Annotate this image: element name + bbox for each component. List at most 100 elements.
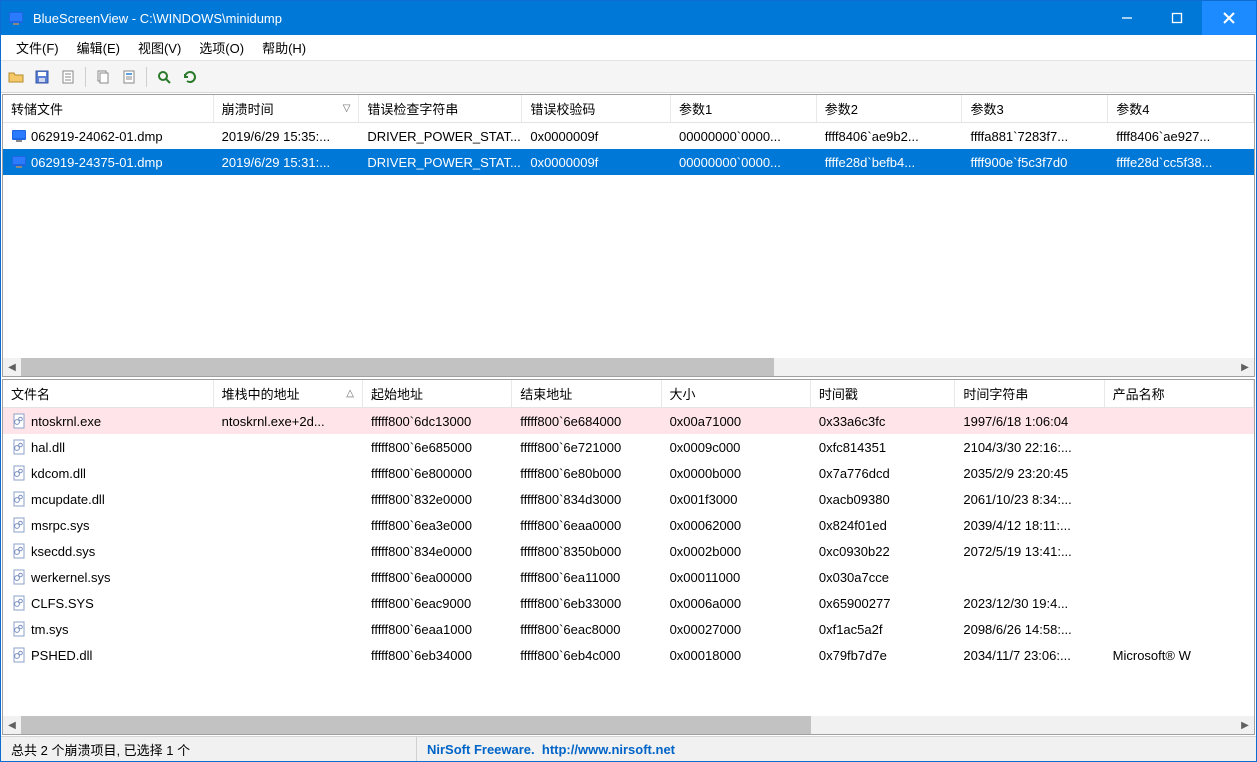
maximize-button[interactable] [1152, 1, 1202, 35]
cell-to-addr: fffff800`834d3000 [512, 492, 661, 507]
module-list-body[interactable]: ntoskrnl.exentoskrnl.exe+2d...fffff800`6… [3, 408, 1254, 716]
cell-dump-file: 062919-24375-01.dmp [3, 154, 214, 170]
dll-icon [11, 517, 27, 533]
module-row[interactable]: CLFS.SYSfffff800`6eac9000fffff800`6eb330… [3, 590, 1254, 616]
dump-list-hscroll[interactable]: ◀ ▶ [3, 358, 1254, 376]
cell-to-addr: fffff800`6e684000 [512, 414, 661, 429]
col-stack-addr[interactable]: 堆栈中的地址△ [214, 380, 363, 407]
menu-file[interactable]: 文件(F) [7, 36, 68, 59]
save-button[interactable] [31, 66, 53, 88]
scroll-right-icon[interactable]: ▶ [1236, 716, 1254, 734]
cell-file-name: mcupdate.dll [3, 491, 214, 507]
scroll-left-icon[interactable]: ◀ [3, 358, 21, 376]
module-row[interactable]: msrpc.sysfffff800`6ea3e000fffff800`6eaa0… [3, 512, 1254, 538]
copy-button[interactable] [92, 66, 114, 88]
dump-row[interactable]: 062919-24375-01.dmp2019/6/29 15:31:...DR… [3, 149, 1254, 175]
col-file-name[interactable]: 文件名 [3, 380, 214, 407]
report-button[interactable] [57, 66, 79, 88]
sort-asc-icon: △ [346, 388, 354, 399]
cell-to-addr: fffff800`6e721000 [512, 440, 661, 455]
cell-param3: ffffa881`7283f7... [963, 129, 1109, 144]
scroll-right-icon[interactable]: ▶ [1236, 358, 1254, 376]
col-product[interactable]: 产品名称 [1105, 380, 1254, 407]
cell-to-addr: fffff800`6eaa0000 [512, 518, 661, 533]
col-to-addr[interactable]: 结束地址 [512, 380, 661, 407]
cell-bugcode: 0x0000009f [522, 129, 671, 144]
cell-param2: ffff8406`ae9b2... [817, 129, 963, 144]
cell-bugcheck: DRIVER_POWER_STAT... [359, 155, 522, 170]
module-row[interactable]: kdcom.dllfffff800`6e800000fffff800`6e80b… [3, 460, 1254, 486]
refresh-button[interactable] [179, 66, 201, 88]
status-brand: NirSoft Freeware. http://www.nirsoft.net [417, 737, 685, 761]
cell-timestring: 2035/2/9 23:20:45 [955, 466, 1104, 481]
cell-param2: ffffe28d`befb4... [817, 155, 963, 170]
menu-options[interactable]: 选项(O) [190, 36, 253, 59]
module-row[interactable]: hal.dll fffff800`6e685000fffff800`6e72100… [3, 434, 1254, 460]
status-summary: 总共 2 个崩溃项目, 已选择 1 个 [1, 737, 416, 761]
find-button[interactable] [153, 66, 175, 88]
module-row[interactable]: PSHED.dllfffff800`6eb34000fffff800`6eb4c… [3, 642, 1254, 668]
cell-size: 0x00011000 [662, 570, 811, 585]
module-row[interactable]: ntoskrnl.exentoskrnl.exe+2d...fffff800`6… [3, 408, 1254, 434]
cell-file-name: tm.sys [3, 621, 214, 637]
scroll-track[interactable] [21, 358, 1236, 376]
col-param3[interactable]: 参数3 [962, 95, 1108, 122]
cell-param1: 00000000`0000... [671, 129, 817, 144]
content-panes: 转储文件 崩溃时间▽ 错误检查字符串 错误校验码 参数1 参数2 参数3 参数4… [1, 93, 1256, 736]
titlebar[interactable]: BlueScreenView - C:\WINDOWS\minidump [1, 1, 1256, 35]
properties-button[interactable] [118, 66, 140, 88]
dll-icon [11, 647, 27, 663]
cell-file-name: ksecdd.sys [3, 543, 214, 559]
col-size[interactable]: 大小 [662, 380, 811, 407]
cell-size: 0x0000b000 [662, 466, 811, 481]
col-timestamp[interactable]: 时间戳 [811, 380, 956, 407]
cell-from-addr: fffff800`832e0000 [363, 492, 512, 507]
col-param1[interactable]: 参数1 [671, 95, 817, 122]
menu-view[interactable]: 视图(V) [129, 36, 190, 59]
dll-icon [11, 413, 27, 429]
cell-timestamp: 0xc0930b22 [811, 544, 956, 559]
cell-from-addr: fffff800`6e685000 [363, 440, 512, 455]
col-bugcheck[interactable]: 错误检查字符串 [359, 95, 522, 122]
cell-size: 0x00a71000 [662, 414, 811, 429]
open-folder-button[interactable] [5, 66, 27, 88]
col-dump-file[interactable]: 转储文件 [3, 95, 214, 122]
col-bugcode[interactable]: 错误校验码 [522, 95, 671, 122]
nirsoft-link[interactable]: http://www.nirsoft.net [542, 742, 675, 757]
module-list-hscroll[interactable]: ◀ ▶ [3, 716, 1254, 734]
module-row[interactable]: ksecdd.sysfffff800`834e0000fffff800`8350… [3, 538, 1254, 564]
scroll-track[interactable] [21, 716, 1236, 734]
col-crash-time[interactable]: 崩溃时间▽ [214, 95, 360, 122]
monitor-icon [11, 154, 27, 170]
cell-timestring: 2098/6/26 14:58:... [955, 622, 1104, 637]
cell-file-name: werkernel.sys [3, 569, 214, 585]
col-param4[interactable]: 参数4 [1108, 95, 1254, 122]
module-row[interactable]: mcupdate.dll fffff800`832e0000fffff800`83… [3, 486, 1254, 512]
dump-row[interactable]: 062919-24062-01.dmp2019/6/29 15:35:...DR… [3, 123, 1254, 149]
menu-help[interactable]: 帮助(H) [253, 36, 315, 59]
cell-from-addr: fffff800`6eaa1000 [363, 622, 512, 637]
cell-timestring: 2039/4/12 18:11:... [955, 518, 1104, 533]
cell-file-name: hal.dll [3, 439, 214, 455]
col-from-addr[interactable]: 起始地址 [363, 380, 512, 407]
dump-list-body[interactable]: 062919-24062-01.dmp2019/6/29 15:35:...DR… [3, 123, 1254, 358]
cell-file-name: ntoskrnl.exe [3, 413, 214, 429]
scroll-left-icon[interactable]: ◀ [3, 716, 21, 734]
minimize-button[interactable] [1102, 1, 1152, 35]
module-row[interactable]: tm.sysfffff800`6eaa1000fffff800`6eac8000… [3, 616, 1254, 642]
cell-size: 0x00018000 [662, 648, 811, 663]
cell-param1: 00000000`0000... [671, 155, 817, 170]
cell-size: 0x00062000 [662, 518, 811, 533]
col-param2[interactable]: 参数2 [817, 95, 963, 122]
cell-size: 0x00027000 [662, 622, 811, 637]
cell-from-addr: fffff800`834e0000 [363, 544, 512, 559]
module-list: 文件名 堆栈中的地址△ 起始地址 结束地址 大小 时间戳 时间字符串 产品名称 … [2, 379, 1255, 735]
menu-edit[interactable]: 编辑(E) [68, 36, 129, 59]
cell-to-addr: fffff800`6e80b000 [512, 466, 661, 481]
cell-param3: ffff900e`f5c3f7d0 [963, 155, 1109, 170]
cell-timestring: 1997/6/18 1:06:04 [955, 414, 1104, 429]
col-timestring[interactable]: 时间字符串 [955, 380, 1104, 407]
module-row[interactable]: werkernel.sysfffff800`6ea00000fffff800`6… [3, 564, 1254, 590]
close-button[interactable] [1202, 1, 1256, 35]
cell-size: 0x0009c000 [662, 440, 811, 455]
